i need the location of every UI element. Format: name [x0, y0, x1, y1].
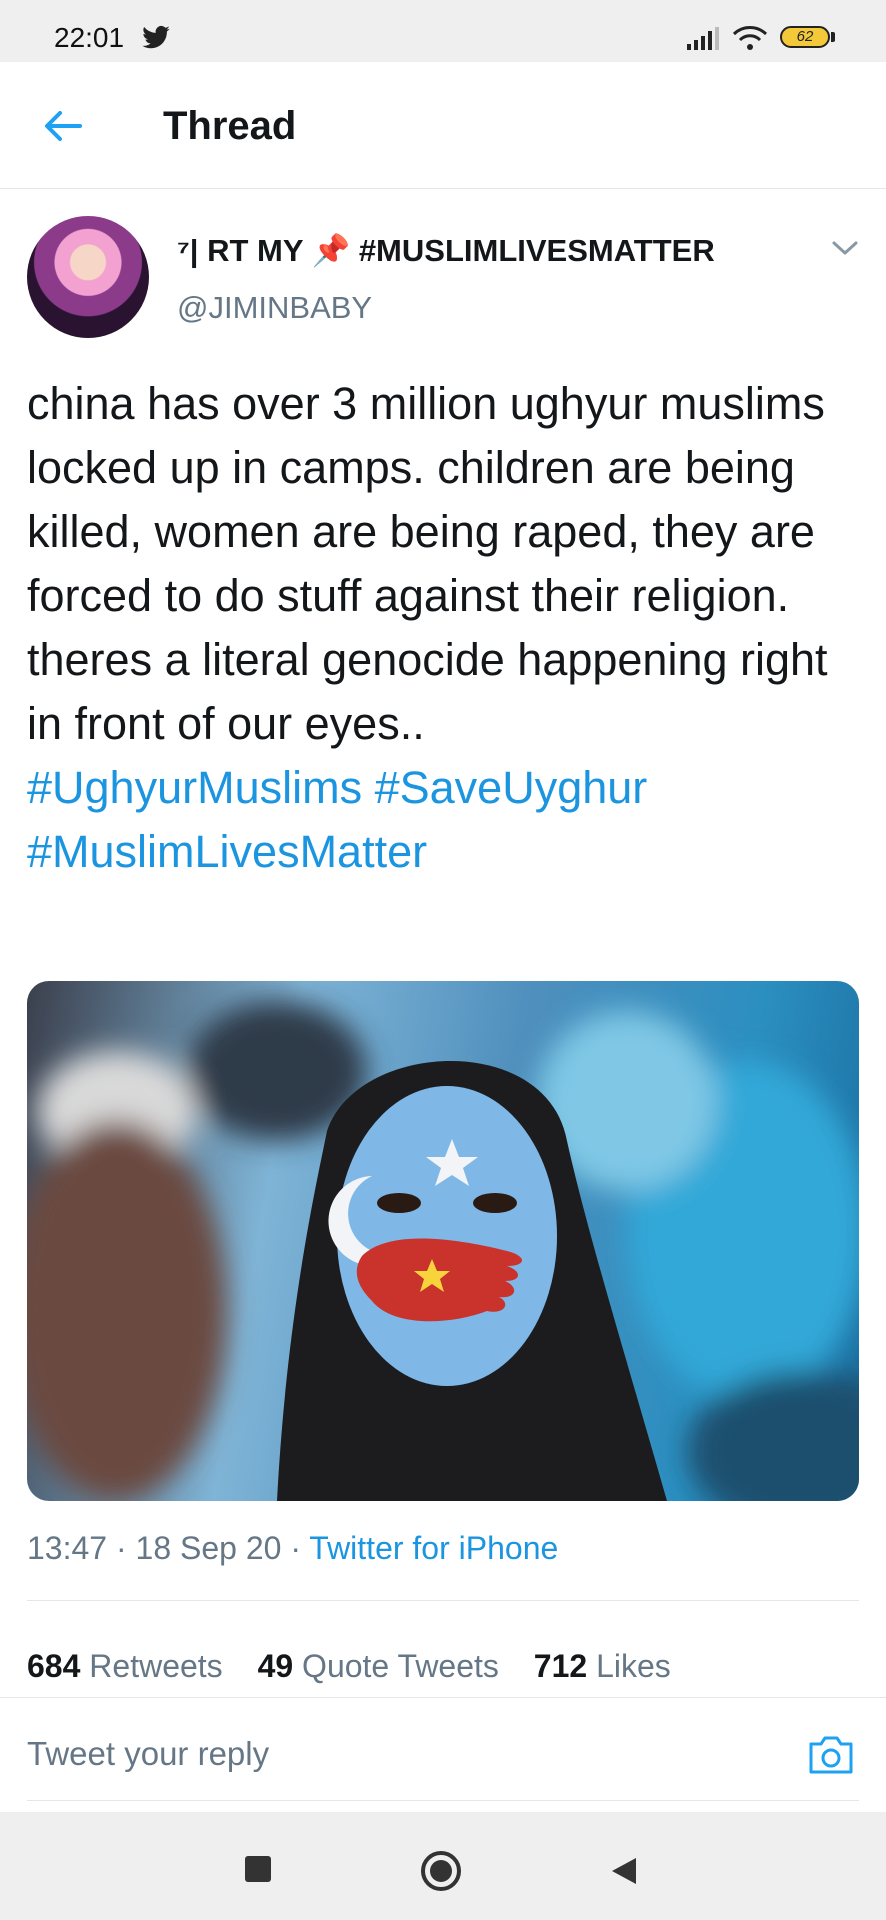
tweet-body: china has over 3 million ughyur muslims …	[27, 378, 828, 749]
tweet-text: china has over 3 million ughyur muslims …	[27, 372, 867, 884]
author-handle[interactable]: @JIMINBABY	[177, 290, 372, 326]
retweets-stat[interactable]: 684 Retweets	[27, 1648, 223, 1684]
retweets-label: Retweets	[89, 1648, 223, 1684]
divider	[27, 1800, 859, 1801]
avatar[interactable]	[27, 216, 149, 338]
wifi-icon	[732, 26, 768, 50]
reply-input[interactable]: Tweet your reply	[27, 1735, 269, 1773]
status-bar: 22:01 62	[0, 0, 886, 62]
photo-illustration	[27, 1001, 859, 1501]
likes-stat[interactable]: 712 Likes	[534, 1648, 671, 1684]
quote-tweets-count: 49	[257, 1648, 294, 1684]
engagement-stats: 684 Retweets 49 Quote Tweets 712 Likes	[27, 1648, 697, 1685]
meta-separator: ·	[115, 1530, 127, 1566]
tweet-meta: 13:47 · 18 Sep 20 · Twitter for iPhone	[27, 1530, 558, 1567]
hashtag-link[interactable]: #UghyurMuslims	[27, 762, 362, 813]
hashtag-link[interactable]: #MuslimLivesMatter	[27, 826, 427, 877]
back-arrow-icon[interactable]	[40, 106, 86, 146]
tweet-time: 13:47	[27, 1530, 108, 1566]
meta-separator: ·	[290, 1530, 301, 1566]
tweet-photo[interactable]	[27, 981, 859, 1501]
pushpin-icon: 📌	[311, 233, 351, 268]
likes-count: 712	[533, 1648, 588, 1684]
retweets-count: 684	[27, 1648, 81, 1684]
tweet-source-link[interactable]: Twitter for iPhone	[309, 1530, 558, 1566]
quote-tweets-stat[interactable]: 49 Quote Tweets	[258, 1648, 499, 1684]
divider	[0, 1697, 886, 1698]
back-triangle-icon[interactable]	[610, 1856, 638, 1886]
battery-icon: 62	[780, 26, 830, 48]
signal-icon	[687, 27, 719, 50]
quote-tweets-label: Quote Tweets	[302, 1648, 499, 1684]
battery-tip	[831, 32, 835, 42]
chevron-down-icon[interactable]	[831, 238, 859, 258]
top-app-bar: Thread	[0, 62, 886, 189]
divider	[27, 1600, 859, 1601]
status-time: 22:01	[54, 22, 125, 53]
display-name-prefix: ⁷| RT MY	[177, 233, 303, 268]
system-nav-bar	[0, 1812, 886, 1920]
page-title: Thread	[163, 104, 297, 148]
twitter-icon	[142, 25, 170, 49]
likes-label: Likes	[596, 1648, 671, 1684]
display-name-suffix: #MUSLIMLIVESMATTER	[358, 233, 715, 268]
hashtag-link[interactable]: #SaveUyghur	[375, 762, 648, 813]
recents-square-icon[interactable]	[245, 1856, 271, 1882]
home-circle-icon[interactable]	[420, 1850, 462, 1892]
author-display-name[interactable]: ⁷| RT MY 📌 #MUSLIMLIVESMATTER	[177, 232, 715, 269]
camera-icon[interactable]	[806, 1732, 856, 1778]
tweet-date: 18 Sep 20	[135, 1530, 282, 1566]
